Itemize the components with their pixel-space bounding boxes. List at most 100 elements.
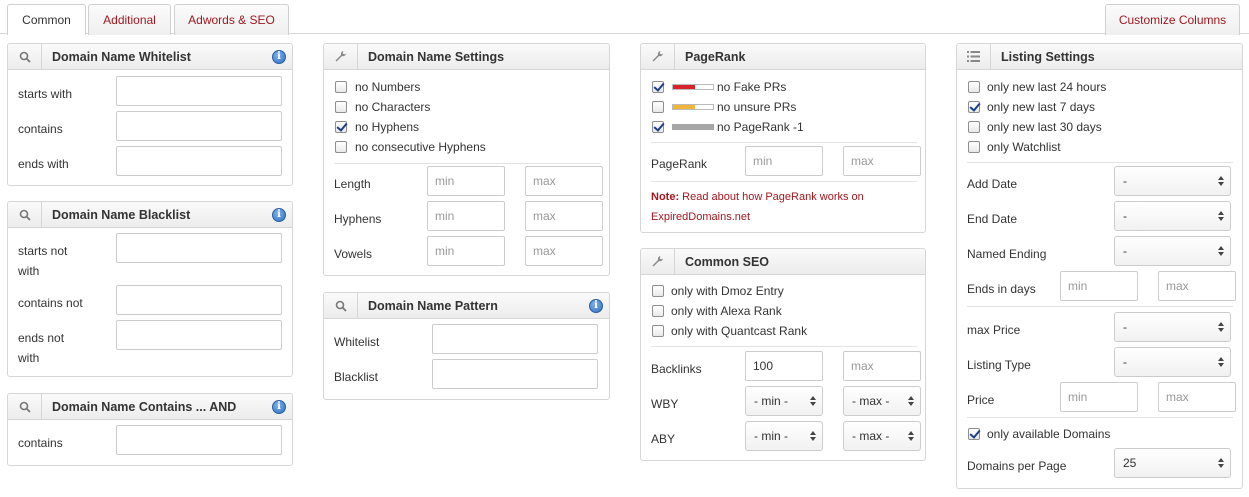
new-7d-checkbox[interactable]	[968, 101, 980, 113]
no-hyphens-label: no Hyphens	[355, 120, 420, 134]
max-price-select[interactable]: -	[1114, 312, 1231, 342]
hyphens-min-input[interactable]: min	[427, 201, 505, 231]
tab-adwords-seo[interactable]: Adwords & SEO	[174, 4, 289, 35]
wby-label: WBY	[651, 397, 679, 411]
backlinks-max-input[interactable]: max	[843, 351, 921, 381]
contains-not-label: contains not	[18, 296, 83, 310]
ends-not-label-2: with	[18, 351, 40, 365]
aby-max-select[interactable]: - max -	[843, 421, 921, 451]
ends-with-input[interactable]	[116, 146, 282, 176]
new-30d-checkbox[interactable]	[968, 121, 980, 133]
named-ending-select[interactable]: -	[1114, 236, 1231, 266]
search-icon	[324, 293, 358, 318]
alexa-checkbox[interactable]	[652, 305, 664, 317]
select-value: - max -	[852, 394, 890, 408]
pattern-blacklist-input[interactable]	[432, 359, 598, 389]
info-icon[interactable]: i	[272, 208, 286, 222]
contains-not-input[interactable]	[116, 285, 282, 315]
pagerank-panel: PageRank no Fake PRs no unsure PRs no Pa…	[640, 43, 926, 233]
starts-not-label-2: with	[18, 264, 40, 278]
tab-bar: Common Additional Adwords & SEO Customiz…	[0, 0, 1249, 35]
end-date-label: End Date	[967, 212, 1018, 226]
wrench-icon	[324, 44, 358, 69]
no-pagerank-minus1-checkbox[interactable]	[652, 121, 664, 133]
pattern-panel: Domain Name Pattern i Whitelist Blacklis…	[323, 292, 610, 400]
end-date-select[interactable]: -	[1114, 201, 1231, 231]
pagerank-min-input[interactable]: min	[745, 146, 823, 176]
select-value: - min -	[754, 394, 788, 408]
panel-title: Domain Name Whitelist	[52, 50, 191, 64]
hyphens-max-input[interactable]: max	[525, 201, 603, 231]
select-value: -	[1123, 209, 1127, 223]
wby-min-select[interactable]: - min -	[745, 386, 823, 416]
panel-header: Domain Name Blacklist i	[8, 202, 292, 228]
vowels-min-input[interactable]: min	[427, 236, 505, 266]
select-value: -	[1123, 244, 1127, 258]
pagerank-bar-orange	[672, 104, 714, 110]
new-24h-checkbox[interactable]	[968, 81, 980, 93]
note-label: Note:	[651, 191, 680, 203]
aby-min-select[interactable]: - min -	[745, 421, 823, 451]
divider	[967, 162, 1233, 163]
per-page-select[interactable]: 25	[1114, 448, 1231, 478]
no-characters-checkbox[interactable]	[335, 101, 347, 113]
tab-additional[interactable]: Additional	[88, 4, 171, 35]
price-min-input[interactable]: min	[1060, 382, 1138, 412]
add-date-label: Add Date	[967, 177, 1018, 191]
tab-common[interactable]: Common	[7, 4, 86, 35]
listing-type-select[interactable]: -	[1114, 347, 1231, 377]
customize-columns-button[interactable]: Customize Columns	[1105, 4, 1240, 35]
dmoz-checkbox[interactable]	[652, 285, 664, 297]
panel-header: Common SEO	[641, 249, 925, 275]
no-unsure-prs-label: no unsure PRs	[717, 100, 797, 114]
domain-settings-panel: Domain Name Settings no Numbers no Chara…	[323, 43, 610, 276]
no-consecutive-hyphens-checkbox[interactable]	[335, 141, 347, 153]
only-available-checkbox[interactable]	[968, 428, 980, 440]
ends-in-days-max-input[interactable]: max	[1158, 271, 1236, 301]
wrench-icon	[641, 44, 675, 69]
chevron-updown-icon	[810, 429, 816, 443]
chevron-updown-icon	[1218, 174, 1224, 188]
contains-and-panel: Domain Name Contains ... AND i contains	[7, 393, 293, 466]
contains-label: contains	[18, 122, 63, 136]
ends-not-input[interactable]	[116, 320, 282, 350]
info-icon[interactable]: i	[272, 50, 286, 64]
starts-with-input[interactable]	[116, 76, 282, 106]
watchlist-checkbox[interactable]	[968, 141, 980, 153]
info-icon[interactable]: i	[589, 299, 603, 313]
blacklist-label: Blacklist	[334, 370, 379, 384]
no-hyphens-checkbox[interactable]	[335, 121, 347, 133]
contains-and-input[interactable]	[116, 425, 282, 455]
backlinks-min-input[interactable]: 100	[745, 351, 823, 381]
watchlist-label: only Watchlist	[987, 140, 1061, 154]
select-value: - min -	[754, 429, 788, 443]
info-icon[interactable]: i	[272, 400, 286, 414]
no-unsure-prs-checkbox[interactable]	[652, 101, 664, 113]
quantcast-checkbox[interactable]	[652, 325, 664, 337]
chevron-updown-icon	[1218, 320, 1224, 334]
note-link[interactable]: ExpiredDomains.net	[651, 207, 750, 227]
add-date-select[interactable]: -	[1114, 166, 1231, 196]
pagerank-max-input[interactable]: max	[843, 146, 921, 176]
panel-header: Domain Name Pattern i	[324, 293, 609, 319]
length-max-input[interactable]: max	[525, 166, 603, 196]
panel-title: Domain Name Blacklist	[52, 208, 191, 222]
price-max-input[interactable]: max	[1158, 382, 1236, 412]
ends-in-days-min-input[interactable]: min	[1060, 271, 1138, 301]
vowels-max-input[interactable]: max	[525, 236, 603, 266]
pagerank-label: PageRank	[651, 157, 708, 171]
panel-title: Common SEO	[685, 255, 770, 269]
note-text[interactable]: Read about how PageRank works on	[682, 191, 864, 203]
named-ending-label: Named Ending	[967, 247, 1047, 261]
chevron-updown-icon	[1218, 355, 1224, 369]
search-icon	[8, 202, 42, 227]
starts-not-input[interactable]	[116, 233, 282, 263]
starts-not-label: starts not	[18, 244, 68, 258]
chevron-updown-icon	[810, 394, 816, 408]
no-numbers-checkbox[interactable]	[335, 81, 347, 93]
length-min-input[interactable]: min	[427, 166, 505, 196]
contains-input[interactable]	[116, 111, 282, 141]
wby-max-select[interactable]: - max -	[843, 386, 921, 416]
pattern-whitelist-input[interactable]	[432, 324, 598, 354]
no-fake-prs-checkbox[interactable]	[652, 81, 664, 93]
